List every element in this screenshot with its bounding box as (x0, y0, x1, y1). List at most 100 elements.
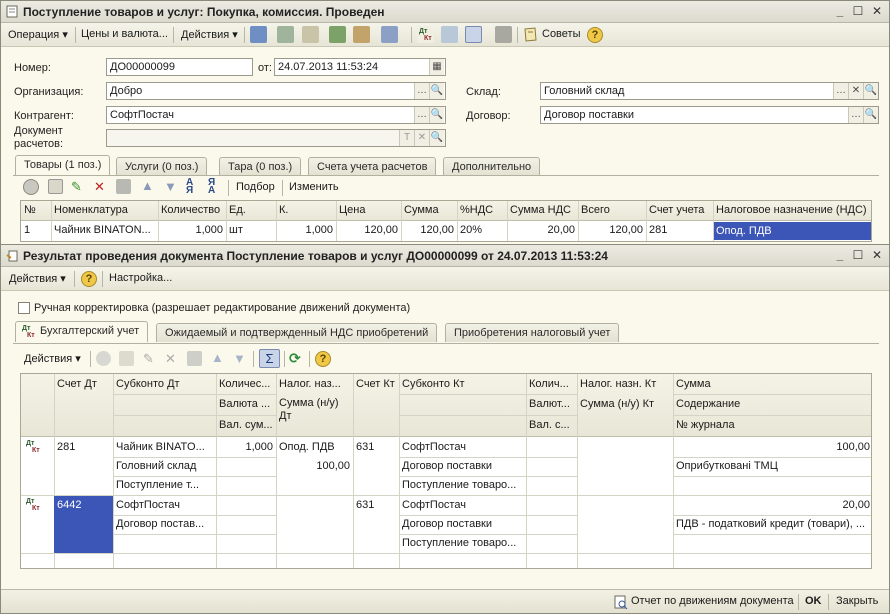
kt-subconto-cell[interactable]: Договор поставки (399, 457, 526, 476)
sort-desc-icon[interactable]: ЯA (208, 178, 215, 196)
help-icon[interactable]: ? (587, 27, 603, 43)
end-edit-icon[interactable] (116, 179, 131, 194)
select-dropdown-icon[interactable]: … (833, 83, 848, 99)
date-field[interactable]: 24.07.2013 11:53:24 (274, 58, 446, 76)
journal-icon[interactable] (441, 26, 458, 43)
dt-quantity-cell[interactable]: 1,000 (216, 438, 276, 457)
help-icon[interactable]: ? (315, 351, 331, 367)
sum-nu-dt-cell[interactable]: 100,00 (276, 457, 353, 476)
tab-tax-purchases[interactable]: Приобретения налоговый учет (445, 323, 620, 342)
edit-icon[interactable]: ✎ (71, 179, 82, 195)
entries-column-header[interactable]: Сумма (673, 375, 871, 394)
organization-field[interactable]: Добро (106, 82, 446, 100)
refresh-icon[interactable] (277, 26, 294, 43)
close-window-button[interactable]: Закрыть (836, 595, 878, 607)
kt-subconto-cell[interactable]: Договор поставки (399, 515, 526, 534)
dt-subconto-cell[interactable]: Чайник BINATO... (113, 438, 216, 457)
copy-row-icon[interactable] (48, 179, 63, 194)
dt-subconto-cell[interactable]: Головний склад (113, 457, 216, 476)
entries-column-header[interactable]: № журнала (673, 416, 871, 435)
goods-table-cell[interactable]: Опод. ПДВ (713, 222, 871, 240)
prices-currency-button[interactable]: Цены и валюта... (81, 28, 168, 40)
move-up-icon[interactable]: ▲ (141, 178, 154, 193)
structure-icon[interactable] (465, 26, 482, 43)
tab-vat-purchases[interactable]: Ожидаемый и подтвержденный НДС приобрете… (156, 323, 438, 342)
kt-subconto-cell[interactable]: Поступление товаро... (399, 534, 526, 553)
delete-icon[interactable]: ✕ (165, 351, 176, 367)
select-dropdown-icon[interactable]: … (414, 83, 429, 99)
goods-column-header[interactable]: Количество (158, 201, 226, 220)
help-icon[interactable]: ? (81, 271, 97, 287)
add-row-icon[interactable] (23, 179, 39, 195)
pick-button[interactable]: Подбор (236, 181, 275, 193)
minimize-button[interactable]: _ (832, 4, 848, 19)
dt-subconto-cell[interactable]: СофтПостач (113, 496, 216, 515)
contract-field[interactable]: Договор поставки (540, 106, 879, 124)
number-field[interactable]: ДО00000099 (106, 58, 253, 76)
entries-column-header[interactable]: Счет Кт (353, 375, 399, 394)
entries-column-header[interactable]: Количес... (216, 375, 276, 394)
list-icon[interactable] (495, 26, 512, 43)
tab-settlement-accounts[interactable]: Счета учета расчетов (308, 157, 437, 176)
dt-subconto-cell[interactable]: Договор постав... (113, 515, 216, 534)
close-button[interactable]: ✕ (869, 248, 885, 263)
create-based-on-icon[interactable] (381, 26, 398, 43)
close-button[interactable]: ✕ (869, 4, 885, 19)
edit-icon[interactable]: ✎ (143, 351, 154, 367)
search-icon[interactable]: 🔍 (429, 107, 444, 123)
post-document-icon[interactable] (329, 26, 346, 43)
sum-icon[interactable]: Σ (259, 349, 280, 368)
search-icon[interactable]: 🔍 (429, 130, 444, 146)
tab-services[interactable]: Услуги (0 поз.) (116, 157, 208, 176)
goods-column-header[interactable]: Цена (336, 201, 401, 220)
maximize-button[interactable]: ☐ (850, 4, 866, 19)
settlement-doc-field[interactable] (106, 129, 446, 147)
goods-column-header[interactable]: Номенклатура (51, 201, 158, 220)
result-actions-menu[interactable]: Действия ▾ (9, 272, 66, 285)
type-icon[interactable]: T (399, 130, 414, 146)
clear-icon[interactable]: ✕ (414, 130, 429, 146)
goods-column-header[interactable]: № (21, 201, 51, 220)
entries-column-header[interactable]: Колич... (526, 375, 577, 394)
refresh-icon[interactable]: ⟳ (289, 350, 301, 367)
sum-cell[interactable]: 100,00 (673, 438, 871, 457)
select-dropdown-icon[interactable]: … (414, 107, 429, 123)
entries-column-header[interactable]: Субконто Кт (399, 375, 526, 394)
dt-subconto-cell[interactable]: Поступление т... (113, 476, 216, 495)
move-up-icon[interactable]: ▲ (211, 350, 224, 365)
dt-kt-icon[interactable]: Дт Кт (417, 26, 434, 43)
copy-icon[interactable] (302, 26, 319, 43)
goods-column-header[interactable]: Счет учета (646, 201, 713, 220)
sum-cell[interactable]: 20,00 (673, 496, 871, 515)
end-edit-icon[interactable] (187, 351, 202, 366)
contractor-field[interactable]: СофтПостач (106, 106, 446, 124)
goods-table-cell[interactable]: 120,00 (336, 221, 401, 240)
dt-account-cell[interactable]: 281 (54, 438, 113, 457)
entries-column-header[interactable]: Сумма (н/у) Дт (279, 397, 349, 423)
dt-account-cell[interactable]: 6442 (54, 496, 113, 553)
content-cell[interactable]: Оприбутковані ТМЦ (673, 457, 871, 476)
entries-column-header[interactable]: Субконто Дт (113, 375, 216, 394)
entries-column-header[interactable]: Счет Дт (54, 375, 113, 394)
entries-column-header[interactable]: Налог. назн. Кт (577, 375, 673, 394)
goods-table-cell[interactable]: 20% (457, 221, 507, 240)
clear-icon[interactable]: ✕ (848, 83, 863, 99)
advice-button[interactable]: Советы (542, 28, 580, 40)
maximize-button[interactable]: ☐ (850, 248, 866, 263)
tab-containers[interactable]: Тара (0 поз.) (219, 157, 302, 176)
search-icon[interactable]: 🔍 (863, 107, 878, 123)
movements-report-button[interactable]: Отчет по движениям документа (631, 595, 794, 607)
calendar-icon[interactable]: ▦ (429, 59, 444, 75)
tab-additional[interactable]: Дополнительно (443, 157, 541, 176)
goods-column-header[interactable]: Сумма НДС (507, 201, 578, 220)
goods-column-header[interactable]: Налоговое назначение (НДС) (713, 201, 871, 220)
entries-column-header[interactable]: Валюта ... (216, 395, 276, 414)
tab-accounting[interactable]: Дт Кт Бухгалтерский учет (15, 321, 149, 342)
goods-column-header[interactable]: Сумма (401, 201, 457, 220)
kt-subconto-cell[interactable]: СофтПостач (399, 496, 526, 515)
report-icon[interactable] (612, 594, 629, 611)
tax-purpose-cell[interactable]: Опод. ПДВ (276, 438, 353, 457)
kt-account-cell[interactable]: 631 (353, 496, 399, 515)
delete-icon[interactable]: ✕ (94, 179, 105, 195)
grid-actions-menu[interactable]: Действия ▾ (24, 352, 81, 365)
